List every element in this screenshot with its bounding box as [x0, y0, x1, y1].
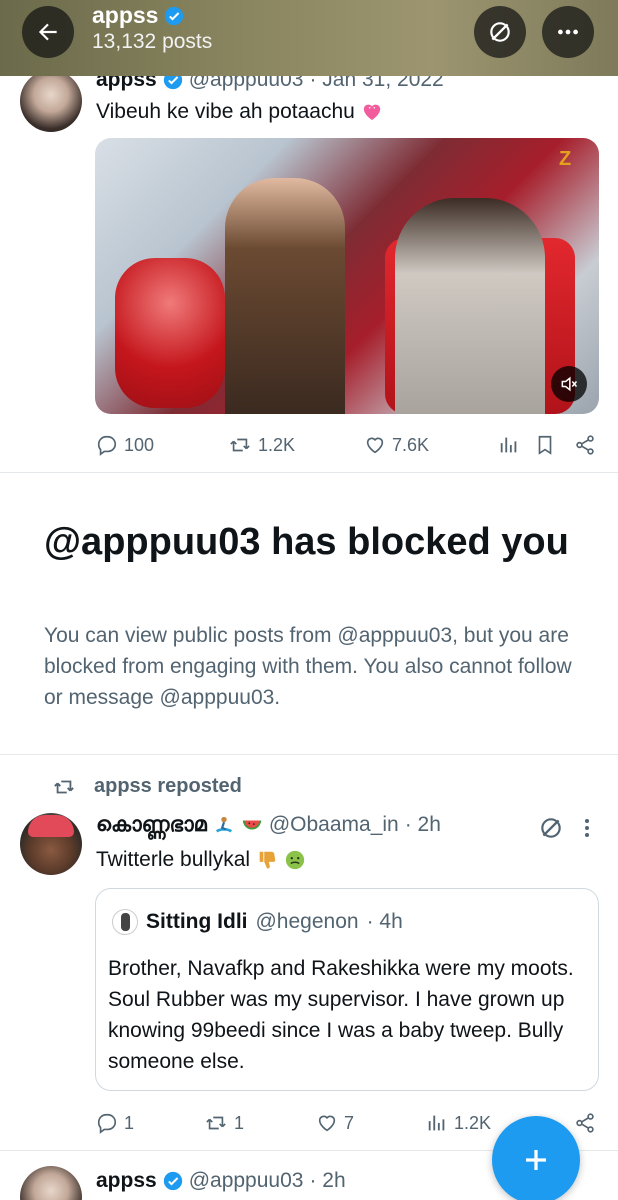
- author-name[interactable]: appss: [96, 1169, 157, 1193]
- author-name[interactable]: കൊണ്ണഭാമ: [96, 813, 207, 837]
- divider: [0, 472, 618, 473]
- verified-badge-icon: [163, 1171, 182, 1191]
- repost-count: 1: [234, 1112, 245, 1133]
- repost-label: appss reposted: [94, 775, 242, 797]
- repost-icon: [230, 438, 250, 452]
- share-button[interactable]: [574, 1112, 596, 1134]
- blocked-title: @apppuu03 has blocked you: [44, 521, 569, 563]
- views-button[interactable]: 1.2K: [426, 1112, 491, 1134]
- tweet-text-content: Vibeuh ke vibe ah potaachu: [96, 100, 355, 123]
- arrow-left-icon: [38, 23, 57, 41]
- verified-badge-icon: [165, 6, 184, 25]
- video-frame-person: [225, 178, 345, 414]
- blocked-description: You can view public posts from @apppuu03…: [44, 624, 572, 709]
- surfer-emoji-icon: [215, 816, 232, 833]
- share-icon: [576, 435, 594, 455]
- grok-icon: [490, 22, 510, 42]
- header-posts-count: 13,132 posts: [92, 30, 213, 53]
- more-vertical-icon[interactable]: [580, 816, 594, 840]
- author-handle[interactable]: @apppuu03: [189, 1169, 304, 1193]
- quoted-author-handle: @hegenon: [255, 910, 359, 933]
- quoted-tweet-header: Sitting Idli @hegenon · 4h: [112, 909, 403, 935]
- more-options-button[interactable]: [542, 6, 594, 58]
- profile-header: appss 13,132 posts: [0, 0, 618, 76]
- reply-icon: [97, 435, 117, 456]
- more-horizontal-icon: [558, 29, 578, 35]
- bookmark-icon: [538, 435, 552, 455]
- sparkling-heart-emoji-icon: [363, 104, 380, 121]
- share-icon: [576, 1113, 594, 1133]
- watermelon-emoji-icon: [242, 820, 261, 830]
- bookmark-button[interactable]: [534, 434, 556, 456]
- header-title: appss: [92, 2, 184, 29]
- channel-logo-icon: Z: [559, 148, 572, 170]
- tweet-header: കൊണ്ണഭാമ @Obaama_in · 2h: [96, 813, 441, 837]
- like-count: 7: [344, 1112, 355, 1133]
- quoted-tweet-text: Brother, Navafkp and Rakeshikka were my …: [108, 957, 574, 1073]
- video-frame-person: [395, 198, 545, 414]
- tweet-text-content: Twitterle bullykal: [96, 848, 251, 871]
- avatar[interactable]: [20, 1166, 82, 1200]
- thumbs-down-emoji-icon: [259, 851, 276, 869]
- mute-button[interactable]: [551, 366, 587, 402]
- quoted-tweet[interactable]: Sitting Idli @hegenon · 4h Brother, Nava…: [95, 888, 599, 1091]
- analytics-icon: [500, 437, 517, 453]
- repost-button[interactable]: 1: [204, 1112, 244, 1134]
- tweet-actions: 100 1.2K 7.6K: [0, 432, 618, 460]
- reply-count: 1: [124, 1112, 135, 1133]
- author-handle[interactable]: @Obaama_in: [269, 813, 399, 837]
- like-count: 7.6K: [392, 434, 430, 455]
- reply-count: 100: [124, 434, 155, 455]
- like-button[interactable]: 7: [316, 1112, 354, 1134]
- repost-icon: [206, 1116, 226, 1130]
- tweet-text: Twitterle bullykal: [96, 848, 306, 872]
- tweet-time[interactable]: · 2h: [309, 1169, 345, 1193]
- quoted-author-name: Sitting Idli: [146, 910, 248, 933]
- grok-icon[interactable]: [538, 815, 564, 841]
- repost-button[interactable]: 1.2K: [228, 434, 295, 456]
- view-count: 1.2K: [454, 1112, 492, 1133]
- repost-indicator[interactable]: appss reposted: [52, 775, 242, 798]
- divider: [0, 754, 618, 755]
- plus-icon: [526, 1150, 546, 1170]
- reply-button[interactable]: 1: [96, 1112, 134, 1134]
- header-name: appss: [92, 2, 159, 28]
- grok-button[interactable]: [474, 6, 526, 58]
- nauseated-face-emoji-icon: [285, 850, 305, 870]
- repost-icon: [54, 780, 74, 793]
- avatar[interactable]: [20, 813, 82, 875]
- like-button[interactable]: 7.6K: [364, 434, 429, 456]
- views-button[interactable]: [498, 434, 520, 456]
- tweet-video[interactable]: Z: [95, 138, 599, 414]
- tweet-header: appss @apppuu03 · 2h: [96, 1169, 346, 1193]
- quoted-tweet-time: · 4h: [366, 910, 403, 933]
- avatar: [112, 909, 138, 935]
- share-button[interactable]: [574, 434, 596, 456]
- avatar-cap: [28, 815, 74, 837]
- heart-icon: [366, 437, 384, 454]
- compose-button[interactable]: [492, 1116, 580, 1200]
- back-button[interactable]: [22, 6, 74, 58]
- heart-icon: [318, 1115, 336, 1132]
- video-frame-bouquet: [115, 258, 225, 408]
- speaker-muted-icon: [561, 376, 578, 392]
- reply-button[interactable]: 100: [96, 434, 154, 456]
- repost-count: 1.2K: [258, 434, 296, 455]
- reply-icon: [97, 1113, 117, 1134]
- tweet-text: Vibeuh ke vibe ah potaachu: [96, 100, 383, 124]
- tweet-time[interactable]: · 2h: [405, 813, 441, 837]
- avatar[interactable]: [20, 70, 82, 132]
- analytics-icon: [428, 1115, 445, 1131]
